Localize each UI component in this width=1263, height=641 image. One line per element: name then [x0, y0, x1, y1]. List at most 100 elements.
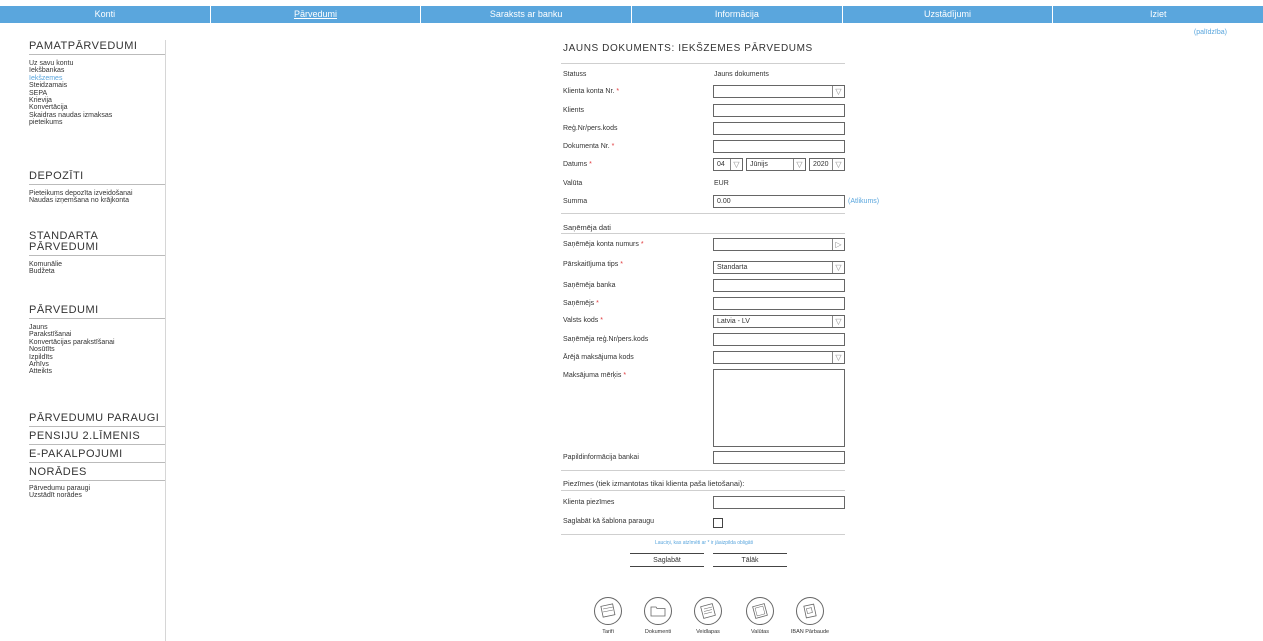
sidebar-item[interactable]: Uzstādīt norādes	[29, 492, 165, 499]
r-bank-label: Saņēmēja banka	[563, 282, 616, 289]
currency-label: Valūtas	[751, 629, 769, 635]
divider	[561, 63, 845, 64]
sidebar-item[interactable]: Uz savu kontu	[29, 60, 165, 67]
sidebar-item[interactable]: Pieteikums depozīta izveidošanai	[29, 190, 165, 197]
date-day-value: 04	[717, 161, 725, 168]
sidebar-section-pamat: PAMATPĀRVEDUMI Uz savu kontu Iekšbankas …	[29, 40, 165, 127]
sidebar-title-depoziti: DEPOZĪTI	[29, 170, 165, 185]
date-year-value: 2020	[813, 161, 829, 168]
account-select[interactable]: ▽	[713, 85, 845, 98]
extra-label: Papildinformācija bankai	[563, 454, 639, 461]
chevron-down-icon: ▽	[832, 159, 844, 170]
date-month-select[interactable]: Jūnijs ▽	[746, 158, 806, 171]
currency-icon	[746, 597, 774, 625]
purpose-textarea[interactable]	[713, 369, 845, 447]
sidebar-item[interactable]: SEPA	[29, 90, 165, 97]
notes-field[interactable]	[713, 496, 845, 509]
nav-informacija[interactable]: Informācija	[632, 6, 843, 23]
account-label: Klienta konta Nr. *	[563, 88, 619, 95]
type-label: Pārskaitījuma tips *	[563, 261, 623, 268]
forms-link[interactable]: Veidlapas	[683, 596, 733, 635]
sidebar-link-pensiju[interactable]: PENSIJU 2.LĪMENIS	[29, 428, 165, 445]
sidebar-item[interactable]: Naudas izņemšana no krājkonta	[29, 197, 165, 204]
iban-check-icon	[796, 597, 824, 625]
sidebar-item[interactable]: Nosūtīts	[29, 346, 165, 353]
iban-check-link[interactable]: IBAN Pārbaude	[785, 596, 835, 635]
required-mark: *	[620, 261, 623, 268]
save-button[interactable]: Saglabāt	[630, 553, 704, 567]
template-checkbox[interactable]	[713, 518, 723, 528]
tariffs-link[interactable]: Tarifi	[583, 596, 633, 635]
type-select[interactable]: Standarta ▽	[713, 261, 845, 274]
sidebar-item[interactable]: Skaidras naudas izmaksas	[29, 112, 165, 119]
lookup-icon[interactable]: ▷	[832, 239, 844, 250]
chevron-down-icon: ▽	[832, 352, 844, 363]
sidebar-item[interactable]: Iekšbankas	[29, 67, 165, 74]
nav-uzstadijumi[interactable]: Uzstādījumi	[843, 6, 1054, 23]
sidebar-item[interactable]: Jauns	[29, 324, 165, 331]
required-mark: *	[616, 88, 620, 95]
sidebar-item[interactable]: Atteikts	[29, 368, 165, 375]
help-link[interactable]: (palīdzība)	[1194, 29, 1227, 36]
sidebar-item[interactable]: Konvertācijas parakstīšanai	[29, 339, 165, 346]
date-label: Datums *	[563, 161, 592, 168]
page-title: JAUNS DOKUMENTS: IEKŠZEMES PĀRVEDUMS	[563, 43, 813, 54]
r-name-field[interactable]	[713, 297, 845, 310]
required-mark: *	[596, 300, 599, 307]
sidebar-item[interactable]: pieteikums	[29, 119, 165, 126]
country-select[interactable]: Latvia - LV ▽	[713, 315, 845, 328]
type-label-text: Pārskaitījuma tips	[563, 261, 619, 268]
sum-label: Summa	[563, 198, 588, 205]
r-bank-field[interactable]	[713, 279, 845, 292]
sidebar-item[interactable]: Komunālie	[29, 261, 165, 268]
sidebar-item-active[interactable]: Iekšzemes	[29, 75, 165, 82]
documents-icon	[644, 597, 672, 625]
sidebar-item[interactable]: Konvertācija	[29, 104, 165, 111]
chevron-down-icon: ▽	[832, 86, 844, 97]
date-year-select[interactable]: 2020 ▽	[809, 158, 845, 171]
sidebar-link-epakalpojumi[interactable]: E-PAKALPOJUMI	[29, 446, 165, 463]
sidebar-title-pamat: PAMATPĀRVEDUMI	[29, 40, 165, 55]
r-reg-field[interactable]	[713, 333, 845, 346]
ext-code-label: Ārējā maksājuma kods	[563, 354, 634, 361]
documents-link[interactable]: Dokumenti	[633, 596, 683, 635]
docnr-label-text: Dokumenta Nr.	[563, 143, 610, 150]
chevron-down-icon: ▽	[730, 159, 742, 170]
sidebar-item[interactable]: Krievija	[29, 97, 165, 104]
sidebar-link-norades[interactable]: NORĀDES	[29, 464, 165, 481]
r-account-field[interactable]: ▷	[713, 238, 845, 251]
iban-check-label: IBAN Pārbaude	[790, 629, 830, 635]
date-label-text: Datums	[563, 161, 588, 168]
nav-parvedumi[interactable]: Pārvedumi	[211, 6, 422, 23]
sidebar-item[interactable]: Parakstīšanai	[29, 331, 165, 338]
purpose-label: Maksājuma mērķis *	[563, 372, 626, 379]
client-field[interactable]	[713, 104, 845, 117]
extra-field[interactable]	[713, 451, 845, 464]
r-name-label-text: Saņēmējs	[563, 300, 595, 307]
recipient-heading: Saņēmēja dati	[563, 223, 611, 232]
reg-field[interactable]	[713, 122, 845, 135]
sidebar-item[interactable]: Budžeta	[29, 268, 165, 275]
divider	[561, 470, 845, 471]
date-day-select[interactable]: 04 ▽	[713, 158, 743, 171]
sidebar-item[interactable]: Pārvedumu paraugi	[29, 485, 165, 492]
sum-field[interactable]: 0.00	[713, 195, 845, 208]
sidebar-item[interactable]: Steidzamais	[29, 82, 165, 89]
currency-link[interactable]: Valūtas	[735, 596, 785, 635]
sidebar-item[interactable]: Izpildīts	[29, 354, 165, 361]
docnr-field[interactable]	[713, 140, 845, 153]
sidebar-link-paraugi[interactable]: PĀRVEDUMU PARAUGI	[29, 410, 165, 427]
sidebar-section-standarta: STANDARTA PĀRVEDUMI Komunālie Budžeta	[29, 231, 165, 276]
sidebar-item[interactable]: Arhīvs	[29, 361, 165, 368]
nav-konti[interactable]: Konti	[0, 6, 211, 23]
balance-link[interactable]: (Atlikums)	[848, 198, 879, 205]
date-month-value: Jūnijs	[750, 161, 768, 168]
required-mark: *	[600, 317, 603, 324]
nav-iziet[interactable]: Iziet	[1053, 6, 1263, 23]
nav-saraksts[interactable]: Saraksts ar banku	[421, 6, 633, 23]
currency-value: EUR	[714, 180, 729, 187]
next-button[interactable]: Tālāk	[713, 553, 787, 567]
ext-code-select[interactable]: ▽	[713, 351, 845, 364]
sidebar-divider	[165, 40, 166, 641]
top-navigation: Konti Pārvedumi Saraksts ar banku Inform…	[0, 6, 1263, 23]
